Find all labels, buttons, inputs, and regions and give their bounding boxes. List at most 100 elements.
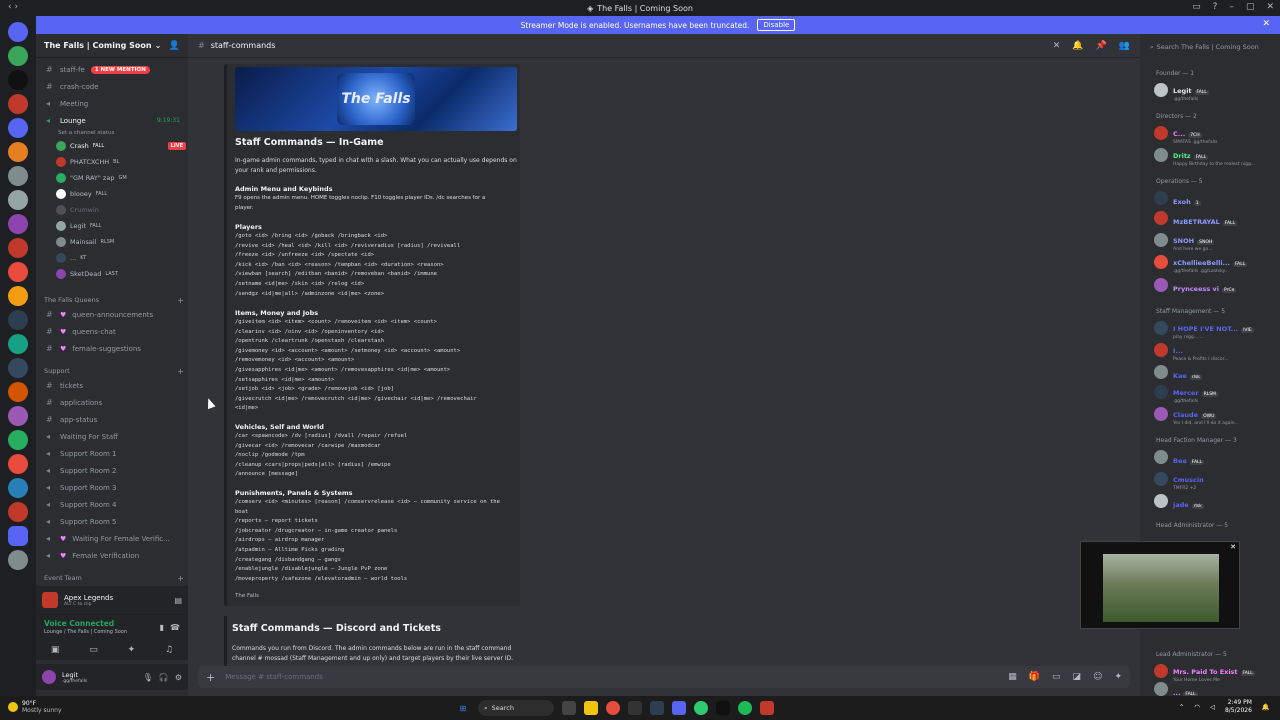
- app-icon[interactable]: [716, 701, 730, 715]
- stream-preview-popout[interactable]: ✕: [1080, 541, 1240, 629]
- channel-queens-chat[interactable]: # ♥ queens-chat: [36, 324, 188, 339]
- category-support[interactable]: Support +: [44, 365, 184, 377]
- server-icon[interactable]: [8, 118, 28, 138]
- server-icon[interactable]: [8, 94, 28, 114]
- camera-icon[interactable]: ▣: [51, 645, 60, 655]
- user-avatar[interactable]: [42, 670, 56, 684]
- member-item[interactable]: Bee FALL: [1154, 448, 1278, 466]
- channel-support-room-5[interactable]: ◂ Support Room 5: [36, 514, 188, 529]
- server-icon[interactable]: [8, 334, 28, 354]
- home-icon[interactable]: [8, 22, 28, 42]
- maximize-icon[interactable]: ▢: [1246, 2, 1255, 12]
- channel-female-suggestions[interactable]: # ♥ female-suggestions: [36, 341, 188, 356]
- channel-applications[interactable]: # applications: [36, 395, 188, 410]
- category-event-team[interactable]: Event Team +: [44, 572, 184, 584]
- channel-support-room-2[interactable]: ◂ Support Room 2: [36, 463, 188, 478]
- user-info[interactable]: Legit .gg/thefalls: [62, 671, 87, 684]
- back-icon[interactable]: ‹ ›: [8, 2, 18, 12]
- channel-queen-announcements[interactable]: # ♥ queen-announcements: [36, 307, 188, 322]
- stream-video[interactable]: [1103, 554, 1219, 622]
- activities-icon[interactable]: ✦: [1114, 672, 1122, 682]
- windows-start-icon[interactable]: ⊞: [456, 701, 470, 715]
- member-item[interactable]: Dritz FALL Happy Birthday to the realest …: [1154, 146, 1278, 167]
- server-icon[interactable]: [8, 478, 28, 498]
- weather-widget[interactable]: 90°F Mostly sunny: [8, 700, 62, 714]
- chrome-icon[interactable]: [606, 701, 620, 715]
- voice-user[interactable]: SketDead LAST: [56, 266, 186, 281]
- server-icon[interactable]: [8, 238, 28, 258]
- member-item[interactable]: jade rlsk: [1154, 492, 1278, 510]
- settings-gear-icon[interactable]: ⚙: [175, 673, 182, 682]
- member-item[interactable]: I HOPE I'VE NOT... IVIE play nigg... ...: [1154, 319, 1278, 340]
- soundboard-icon[interactable]: ♫: [165, 645, 173, 655]
- new-mention-badge[interactable]: 1 NEW MENTION: [90, 65, 150, 74]
- app-icon[interactable]: [694, 701, 708, 715]
- channel-tickets[interactable]: # tickets: [36, 378, 188, 393]
- channel-app-status[interactable]: # app-status: [36, 412, 188, 427]
- server-icon[interactable]: [8, 358, 28, 378]
- notification-icon[interactable]: 🔔: [1072, 41, 1083, 51]
- member-item[interactable]: Prynceess vi PrCe: [1154, 276, 1278, 294]
- member-item[interactable]: Claude OWU Yes I did, and I'll do it agai…: [1154, 405, 1278, 426]
- embed-banner-image[interactable]: The Falls: [235, 67, 517, 131]
- server-icon[interactable]: [8, 262, 28, 282]
- server-icon[interactable]: [8, 286, 28, 306]
- notification-bell-icon[interactable]: 🔔: [1262, 703, 1270, 711]
- gif-icon[interactable]: ▭: [1052, 672, 1061, 682]
- member-item[interactable]: Exoh 1: [1154, 189, 1278, 207]
- server-icon[interactable]: [8, 166, 28, 186]
- channel-support-room-1[interactable]: ◂ Support Room 1: [36, 446, 188, 461]
- emoji-icon[interactable]: ☺: [1093, 672, 1102, 682]
- volume-icon[interactable]: ◁: [1210, 703, 1215, 711]
- server-icon[interactable]: [8, 550, 28, 570]
- task-view-icon[interactable]: [562, 701, 576, 715]
- spotify-icon[interactable]: [738, 701, 752, 715]
- message-input[interactable]: Message # staff-commands: [225, 673, 323, 681]
- server-icon[interactable]: [8, 70, 28, 90]
- signal-icon[interactable]: ▮: [160, 623, 164, 632]
- member-item[interactable]: xChellieeBelli... FALL .gg/thefalls .gg/L…: [1154, 253, 1278, 274]
- member-item[interactable]: Kae rlsk: [1154, 363, 1278, 381]
- inbox-icon[interactable]: ▭: [1192, 2, 1201, 12]
- category-queens[interactable]: The Falls Queens +: [44, 294, 184, 306]
- channel-support-room-4[interactable]: ◂ Support Room 4: [36, 497, 188, 512]
- sticker-icon[interactable]: ◪: [1073, 672, 1082, 682]
- threads-icon[interactable]: ✕: [1053, 41, 1061, 51]
- voice-user[interactable]: blooey FALL: [56, 186, 186, 201]
- add-member-icon[interactable]: 👤: [169, 41, 180, 51]
- channel-support-room-3[interactable]: ◂ Support Room 3: [36, 480, 188, 495]
- close-icon[interactable]: ✕: [1266, 2, 1274, 12]
- file-explorer-icon[interactable]: [584, 701, 598, 715]
- clock[interactable]: 2:49 PM 8/5/2026: [1225, 699, 1252, 715]
- member-item[interactable]: Legit FALL .gg/thefalls: [1154, 81, 1278, 102]
- channel-waiting-for-staff[interactable]: ◂ Waiting For Staff: [36, 429, 188, 444]
- headphones-icon[interactable]: 🎧: [159, 673, 169, 682]
- member-list-icon[interactable]: 👥: [1119, 41, 1130, 51]
- mic-icon[interactable]: 🎙: [143, 673, 153, 682]
- server-icon[interactable]: [8, 142, 28, 162]
- server-icon[interactable]: [8, 214, 28, 234]
- screen-share-icon[interactable]: ▭: [89, 645, 98, 655]
- plus-icon[interactable]: +: [177, 574, 184, 583]
- server-icon[interactable]: [8, 190, 28, 210]
- server-icon[interactable]: [8, 502, 28, 522]
- add-attachment-icon[interactable]: +: [206, 671, 215, 684]
- app-icon[interactable]: [760, 701, 774, 715]
- wifi-icon[interactable]: ◠: [1194, 703, 1200, 711]
- voice-user[interactable]: Mainsail RLSM: [56, 234, 186, 249]
- channel-female-verification[interactable]: ◂ ♥ Female Verification: [36, 548, 188, 563]
- server-icon[interactable]: [8, 310, 28, 330]
- server-icon[interactable]: [8, 454, 28, 474]
- taskbar-search[interactable]: ⌕ Search: [478, 700, 554, 716]
- discord-icon[interactable]: [672, 701, 686, 715]
- plus-icon[interactable]: +: [177, 296, 184, 305]
- channel-meeting[interactable]: ◂ Meeting: [36, 96, 188, 111]
- plus-icon[interactable]: +: [177, 367, 184, 376]
- voice-user[interactable]: PHATCXCHH BL: [56, 154, 186, 169]
- tray-chevron-icon[interactable]: ⌃: [1179, 703, 1184, 711]
- server-search-input[interactable]: ⌕ Search The Falls | Coming Soon: [1150, 40, 1276, 54]
- server-icon[interactable]: [8, 382, 28, 402]
- app-launcher-icon[interactable]: ▦: [1008, 672, 1017, 682]
- server-icon[interactable]: [8, 526, 28, 546]
- server-icon[interactable]: [8, 46, 28, 66]
